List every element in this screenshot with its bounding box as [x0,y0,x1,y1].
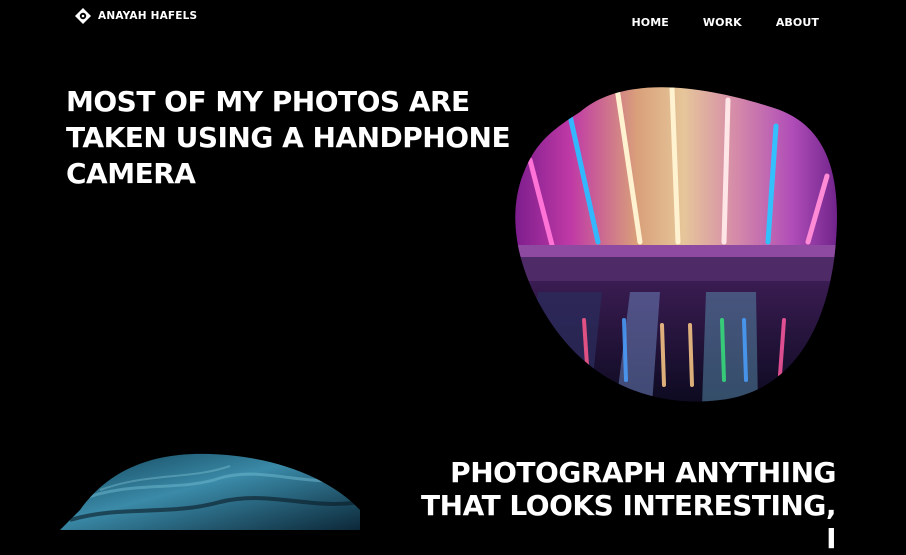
nav-about-link[interactable]: ABOUT [776,16,819,29]
brand-logo[interactable]: ANAYAH HAFELS [75,8,197,24]
nav-home-link[interactable]: HOME [632,16,669,29]
top-nav: ANAYAH HAFELS HOME WORK ABOUT [0,0,906,46]
nav-work-link[interactable]: WORK [703,16,742,29]
brand-name: ANAYAH HAFELS [98,10,198,22]
neon-lights-photo [515,87,837,402]
blue-textured-photo [60,453,360,530]
diamond-aperture-icon [75,8,91,24]
section-1-heading: MOST OF MY PHOTOS ARE TAKEN USING A HAND… [66,85,511,190]
section-2-heading: PHOTOGRAPH ANYTHING THAT LOOKS INTERESTI… [421,456,836,555]
main-menu: HOME WORK ABOUT [632,16,820,29]
